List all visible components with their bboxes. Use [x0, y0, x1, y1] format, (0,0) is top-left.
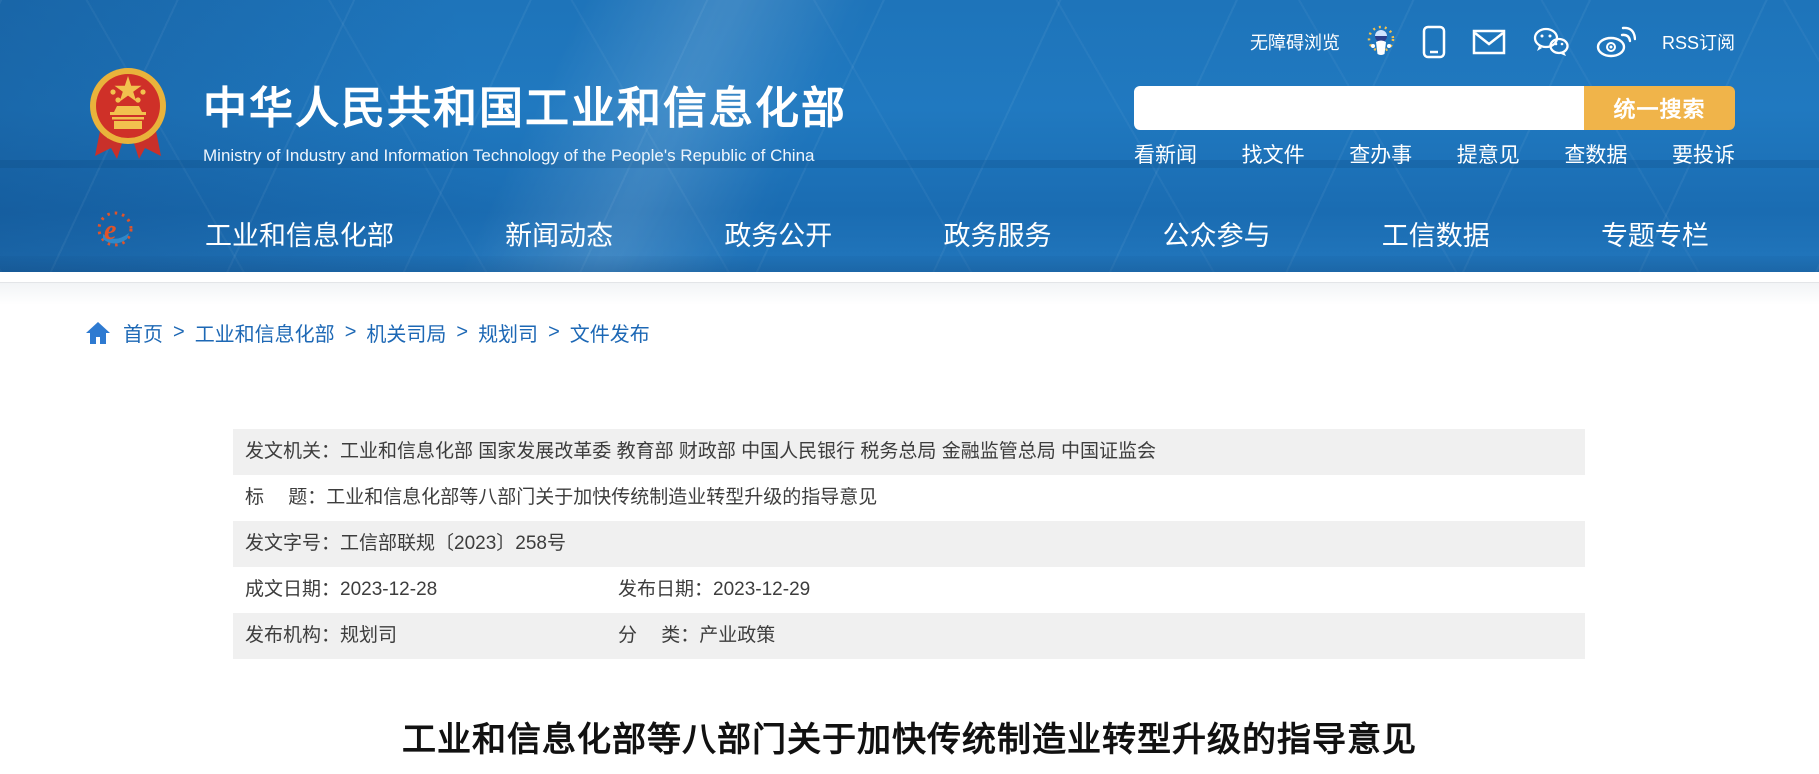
meta-row-2: 标 题：工业和信息化部等八部门关于加快传统制造业转型升级的指导意见	[233, 475, 1585, 521]
meta-cell: 分 类：产业政策	[618, 613, 775, 659]
meta-value: 工信部联规〔2023〕258号	[340, 533, 566, 554]
meta-label: 发文机关：	[245, 441, 340, 462]
meta-label: 分 类：	[618, 625, 699, 646]
breadcrumb-separator: >	[456, 321, 468, 344]
meta-cell: 发文字号：工信部联规〔2023〕258号	[245, 533, 566, 554]
breadcrumb: 首页 > 工业和信息化部 > 机关司局 > 规划司 > 文件发布	[85, 318, 650, 347]
quick-link-5[interactable]: 查数据	[1564, 139, 1627, 169]
meta-cell: 发布日期：2023-12-29	[618, 567, 810, 613]
wechat-icon[interactable]	[1532, 27, 1570, 57]
quick-link-2[interactable]: 找文件	[1242, 139, 1305, 169]
breadcrumb-item-5[interactable]: 文件发布	[570, 318, 650, 347]
nav-item-7[interactable]: 专题专栏	[1601, 214, 1709, 253]
mail-icon[interactable]	[1472, 29, 1506, 55]
meta-value: 2023-12-29	[713, 579, 810, 600]
site-subtitle: Ministry of Industry and Information Tec…	[203, 146, 847, 166]
nav-item-6[interactable]: 工信数据	[1382, 214, 1490, 253]
meta-cell: 发文机关：工业和信息化部 国家发展改革委 教育部 财政部 中国人民银行 税务总局…	[245, 441, 1156, 462]
breadcrumb-item-2[interactable]: 工业和信息化部	[195, 318, 335, 347]
site-header: 无障碍浏览	[0, 0, 1819, 272]
breadcrumb-separator: >	[173, 321, 185, 344]
meta-value: 工业和信息化部 国家发展改革委 教育部 财政部 中国人民银行 税务总局 金融监管…	[340, 441, 1156, 462]
meta-row-1: 发文机关：工业和信息化部 国家发展改革委 教育部 财政部 中国人民银行 税务总局…	[233, 429, 1585, 475]
rss-link[interactable]: RSS订阅	[1662, 29, 1735, 55]
header-fade-band	[0, 283, 1819, 305]
mobile-icon[interactable]	[1422, 25, 1446, 59]
meta-row-5: 发布机构：规划司 分 类：产业政策	[233, 613, 1585, 659]
svg-text:e: e	[104, 215, 116, 246]
meta-label: 标 题：	[245, 487, 326, 508]
meta-value: 产业政策	[699, 625, 775, 646]
nav-item-2[interactable]: 新闻动态	[505, 214, 613, 253]
quick-links: 看新闻 找文件 查办事 提意见 查数据 要投诉	[1134, 139, 1735, 169]
meta-row-3: 发文字号：工信部联规〔2023〕258号	[233, 521, 1585, 567]
accessibility-link[interactable]: 无障碍浏览	[1250, 29, 1340, 55]
unified-search-button[interactable]: 统一搜索	[1584, 86, 1735, 130]
meta-label: 发布日期：	[618, 579, 713, 600]
national-emblem	[87, 64, 169, 164]
breadcrumb-item-1[interactable]: 首页	[123, 318, 163, 347]
home-icon[interactable]	[85, 321, 111, 345]
breadcrumb-item-4[interactable]: 规划司	[478, 318, 538, 347]
nav-item-5[interactable]: 公众参与	[1163, 214, 1271, 253]
article-title: 工业和信息化部等八部门关于加快传统制造业转型升级的指导意见	[0, 712, 1819, 761]
meta-value: 工业和信息化部等八部门关于加快传统制造业转型升级的指导意见	[326, 487, 877, 508]
quick-link-3[interactable]: 查办事	[1349, 139, 1412, 169]
weibo-icon[interactable]	[1596, 26, 1636, 58]
search-input[interactable]	[1134, 86, 1584, 130]
quick-link-1[interactable]: 看新闻	[1134, 139, 1197, 169]
robot-mascot-icon[interactable]	[1366, 24, 1396, 60]
breadcrumb-separator: >	[345, 321, 357, 344]
meta-label: 发布机构：	[245, 625, 340, 646]
header-bottom-band	[0, 256, 1819, 272]
meta-value: 规划司	[340, 625, 397, 646]
utility-bar: 无障碍浏览	[1250, 24, 1735, 60]
meta-label: 发文字号：	[245, 533, 340, 554]
quick-link-6[interactable]: 要投诉	[1672, 139, 1735, 169]
nav-item-1[interactable]: 工业和信息化部	[205, 214, 394, 253]
meta-label: 成文日期：	[245, 579, 340, 600]
site-title: 中华人民共和国工业和信息化部	[203, 72, 847, 136]
miit-e-logo-icon: e	[95, 208, 135, 250]
meta-value: 2023-12-28	[340, 579, 437, 600]
document-meta-table: 发文机关：工业和信息化部 国家发展改革委 教育部 财政部 中国人民银行 税务总局…	[233, 429, 1585, 659]
breadcrumb-separator: >	[548, 321, 560, 344]
meta-cell: 成文日期：2023-12-28	[245, 579, 437, 600]
breadcrumb-item-3[interactable]: 机关司局	[366, 318, 446, 347]
meta-row-4: 成文日期：2023-12-28 发布日期：2023-12-29	[233, 567, 1585, 613]
meta-cell: 标 题：工业和信息化部等八部门关于加快传统制造业转型升级的指导意见	[245, 487, 877, 508]
nav-item-3[interactable]: 政务公开	[724, 214, 832, 253]
main-nav: 工业和信息化部 新闻动态 政务公开 政务服务 公众参与 工信数据 专题专栏	[205, 214, 1709, 253]
nav-item-4[interactable]: 政务服务	[943, 214, 1051, 253]
brand: 中华人民共和国工业和信息化部 Ministry of Industry and …	[203, 72, 847, 166]
meta-cell: 发布机构：规划司	[245, 625, 397, 646]
quick-link-4[interactable]: 提意见	[1457, 139, 1520, 169]
